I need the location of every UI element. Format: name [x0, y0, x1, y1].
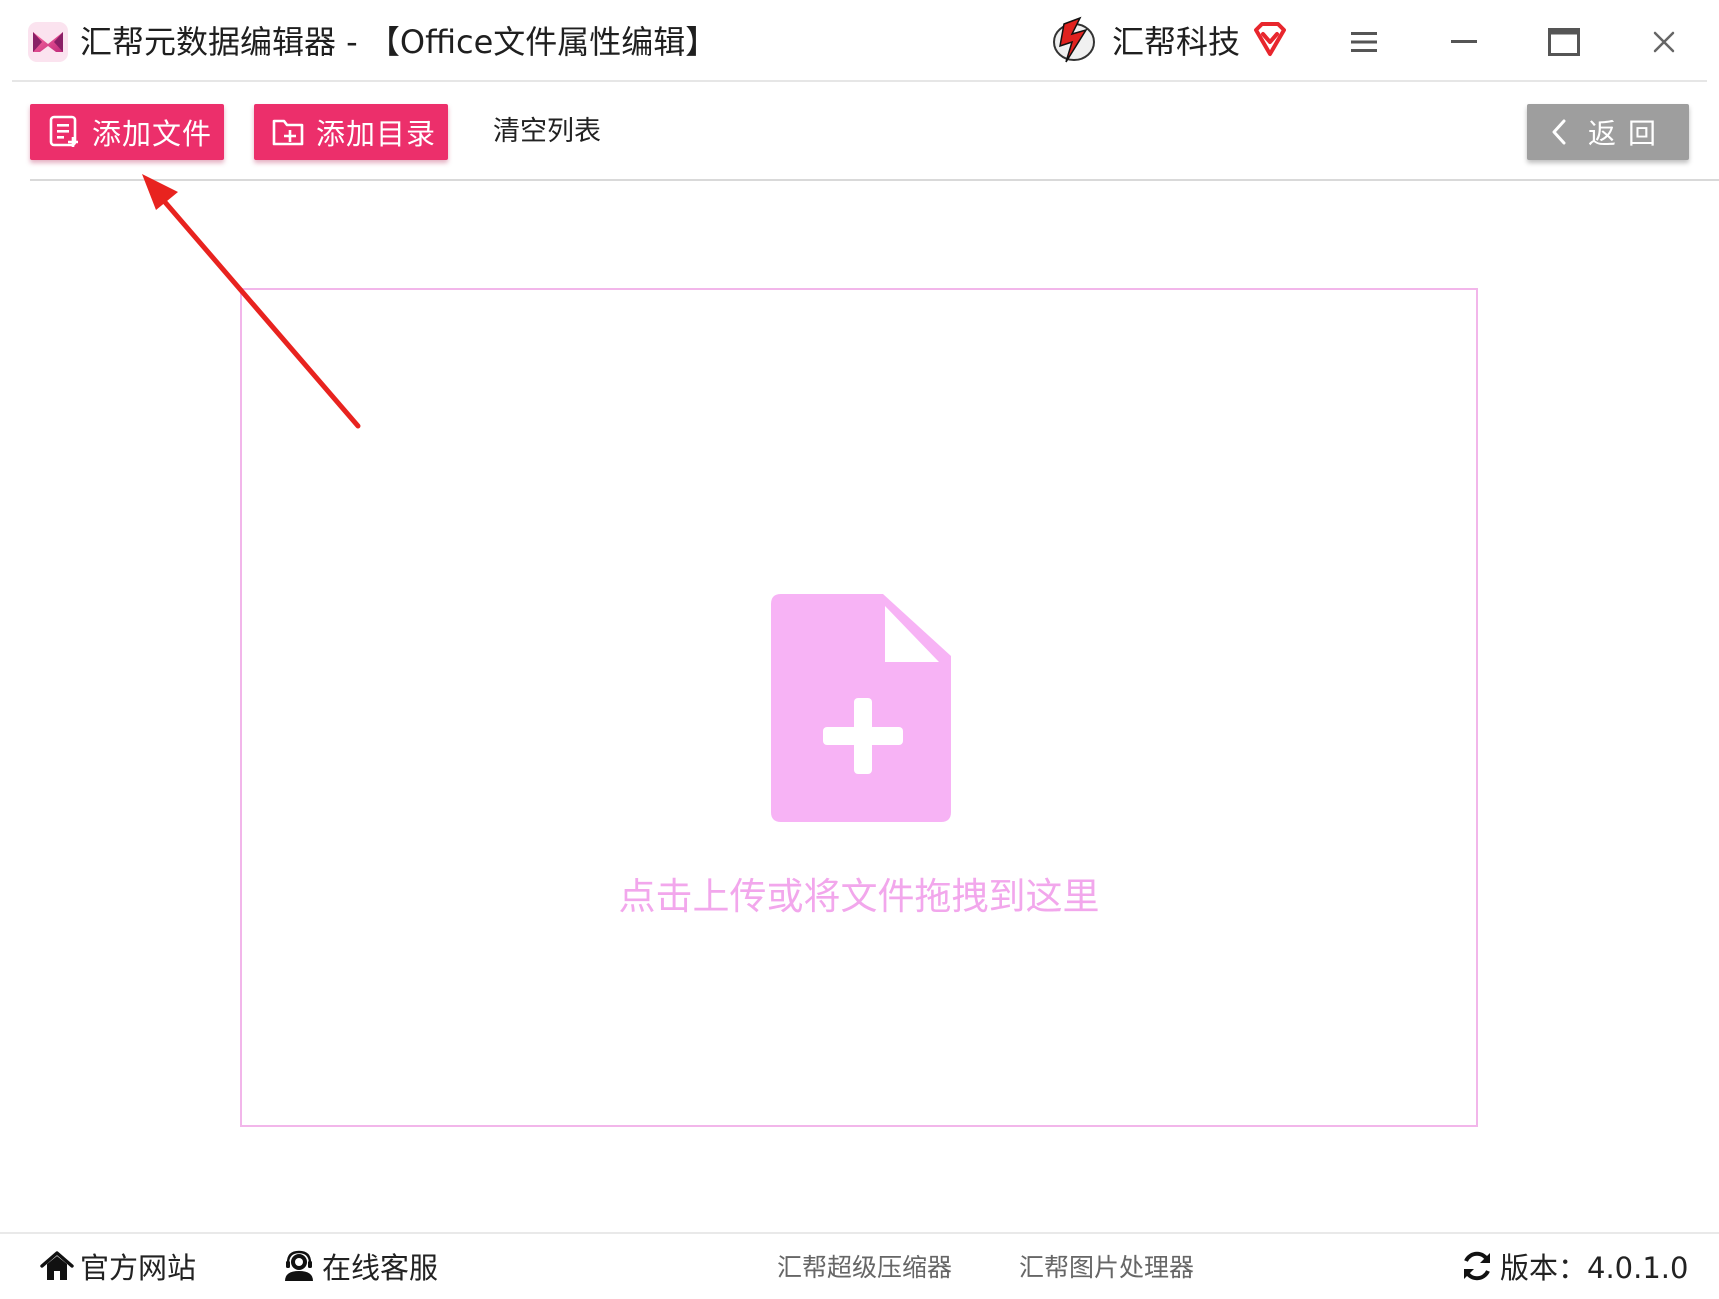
add-file-icon	[48, 115, 82, 149]
add-file-label: 添加文件	[92, 117, 213, 151]
home-icon	[40, 1249, 74, 1283]
drop-hint-text: 点击上传或将文件拖拽到这里	[618, 875, 1100, 918]
file-drop-zone[interactable]: 点击上传或将文件拖拽到这里	[240, 288, 1478, 1127]
app-logo-icon	[28, 22, 68, 62]
maximize-icon	[1548, 28, 1580, 56]
official-website-label: 官方网站	[80, 1251, 197, 1285]
back-label: 返回	[1587, 117, 1668, 150]
add-directory-button[interactable]: 添加目录	[254, 104, 448, 160]
back-button[interactable]: 返回	[1527, 104, 1689, 160]
menu-button[interactable]	[1334, 16, 1394, 68]
official-website-link[interactable]: 官方网站	[40, 1244, 196, 1288]
title-bar: 汇帮元数据编辑器 - 【Office文件属性编辑】 汇帮科技	[0, 0, 1719, 82]
brand-name: 汇帮科技	[1112, 23, 1241, 61]
compressor-link[interactable]: 汇帮超级压缩器	[777, 1244, 952, 1288]
brand-logo-icon	[1053, 16, 1095, 63]
online-support-label: 在线客服	[322, 1251, 439, 1285]
hamburger-menu-icon	[1351, 32, 1377, 52]
minimize-icon	[1451, 40, 1477, 43]
close-icon	[1653, 31, 1675, 53]
version-label: 版本：4.0.1.0	[1500, 1251, 1689, 1285]
add-folder-icon	[272, 115, 306, 149]
refresh-icon[interactable]	[1460, 1249, 1494, 1283]
image-processor-link[interactable]: 汇帮图片处理器	[1019, 1244, 1194, 1288]
footer: 官方网站 在线客服 汇帮超级压缩器 汇帮图片处理器 版本：4.0.1.0	[0, 1234, 1719, 1299]
customer-service-icon	[282, 1249, 316, 1283]
add-directory-label: 添加目录	[316, 117, 437, 151]
vip-diamond-icon[interactable]	[1250, 20, 1290, 60]
file-add-icon	[771, 594, 951, 822]
add-file-button[interactable]: 添加文件	[30, 104, 224, 160]
minimize-button[interactable]	[1434, 16, 1494, 68]
close-button[interactable]	[1634, 16, 1694, 68]
version-info: 版本：4.0.1.0	[1460, 1244, 1688, 1288]
maximize-button[interactable]	[1534, 16, 1594, 68]
window-title: 汇帮元数据编辑器 - 【Office文件属性编辑】	[80, 23, 718, 61]
clear-list-button[interactable]: 清空列表	[493, 104, 601, 160]
chevron-left-icon	[1552, 119, 1566, 145]
annotation-arrow-icon	[142, 174, 361, 429]
online-support-link[interactable]: 在线客服	[282, 1244, 438, 1288]
